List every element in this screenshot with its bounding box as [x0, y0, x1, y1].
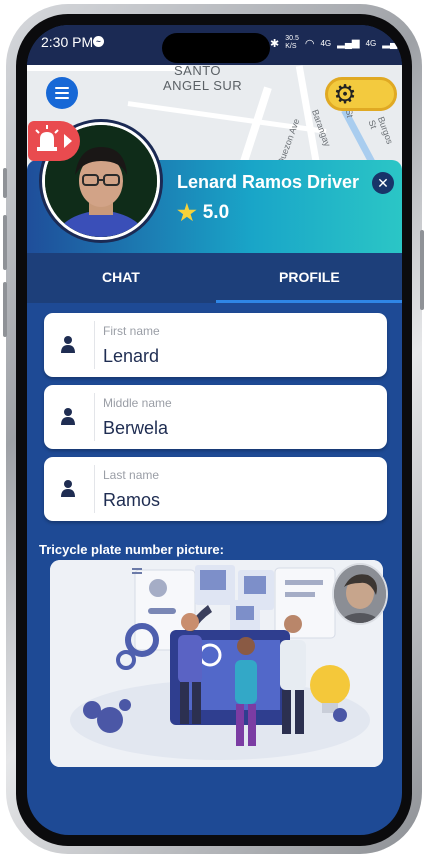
hamburger-icon — [55, 97, 69, 99]
status-time: 2:30 PM — [41, 34, 94, 50]
dynamic-island — [162, 33, 270, 63]
field-divider — [94, 321, 95, 369]
screen: 2:30 PM ~ ✱ 30.5 K/S ◠ 4G ▂▄▆ 4G ▂▄▆ 59 … — [27, 25, 402, 835]
last-name-value: Ramos — [103, 490, 161, 510]
plate-picture-label: Tricycle plate number picture: — [39, 542, 224, 557]
map-label-district-2: ANGEL SUR — [163, 78, 243, 93]
wifi-icon: ◠ — [304, 37, 315, 50]
star-icon: ★ — [177, 200, 197, 225]
thumbnail-photo — [334, 565, 386, 623]
side-button — [3, 168, 7, 198]
close-button[interactable]: ✕ — [372, 172, 394, 194]
first-name-value: Lenard — [103, 346, 160, 366]
last-name-label: Last name — [103, 468, 160, 482]
tab-chat[interactable]: CHAT — [102, 269, 140, 285]
person-icon — [61, 336, 75, 353]
siren-icon — [35, 125, 72, 151]
bluetooth-icon: ✱ — [270, 37, 280, 50]
signal-icon: ▂▄▆ — [382, 37, 402, 49]
speed-value: 30.5 — [285, 35, 299, 42]
status-bar: 2:30 PM ~ ✱ 30.5 K/S ◠ 4G ▂▄▆ 4G ▂▄▆ 59 — [27, 25, 402, 65]
side-button — [420, 230, 424, 310]
plate-thumbnail[interactable] — [332, 563, 388, 625]
map-label-street: Burgos St — [366, 115, 395, 146]
map-label-district-1: SANTO — [174, 65, 222, 78]
person-icon — [61, 408, 75, 425]
middle-name-value: Berwela — [103, 418, 169, 438]
middle-name-field[interactable]: Middle name Berwela — [44, 385, 387, 449]
side-button — [3, 282, 7, 337]
side-button — [3, 215, 7, 270]
middle-name-label: Middle name — [103, 396, 172, 410]
speed-unit: K/S — [285, 43, 297, 50]
network-1-label: 4G — [320, 38, 332, 48]
first-name-field[interactable]: First name Lenard — [44, 313, 387, 377]
emergency-alert-button[interactable] — [28, 121, 80, 161]
hamburger-icon — [55, 87, 69, 89]
signal-icon: ▂▄▆ — [337, 37, 360, 49]
close-icon: ✕ — [377, 175, 389, 191]
last-name-field[interactable]: Last name Ramos — [44, 457, 387, 521]
speed-indicator: 30.5 K/S — [285, 35, 299, 51]
network-2-label: 4G — [365, 38, 377, 48]
map-road — [27, 65, 187, 71]
tab-bar: CHAT PROFILE — [27, 253, 402, 303]
driver-rating: ★ 5.0 — [177, 200, 229, 226]
rating-value: 5.0 — [202, 202, 230, 223]
messenger-icon: ~ — [93, 36, 104, 47]
first-name-label: First name — [103, 324, 160, 338]
menu-button[interactable] — [46, 77, 78, 109]
person-icon — [61, 480, 75, 497]
tab-profile[interactable]: PROFILE — [279, 269, 340, 285]
hamburger-icon — [55, 92, 69, 94]
active-tab-indicator — [216, 300, 402, 303]
field-divider — [94, 393, 95, 441]
driver-name: Lenard Ramos Driver — [177, 172, 360, 192]
sun-gear-icon: ⚙ — [333, 79, 357, 109]
status-icons: ✱ 30.5 K/S ◠ 4G ▂▄▆ 4G ▂▄▆ 59 — [270, 35, 402, 51]
field-divider — [94, 465, 95, 513]
